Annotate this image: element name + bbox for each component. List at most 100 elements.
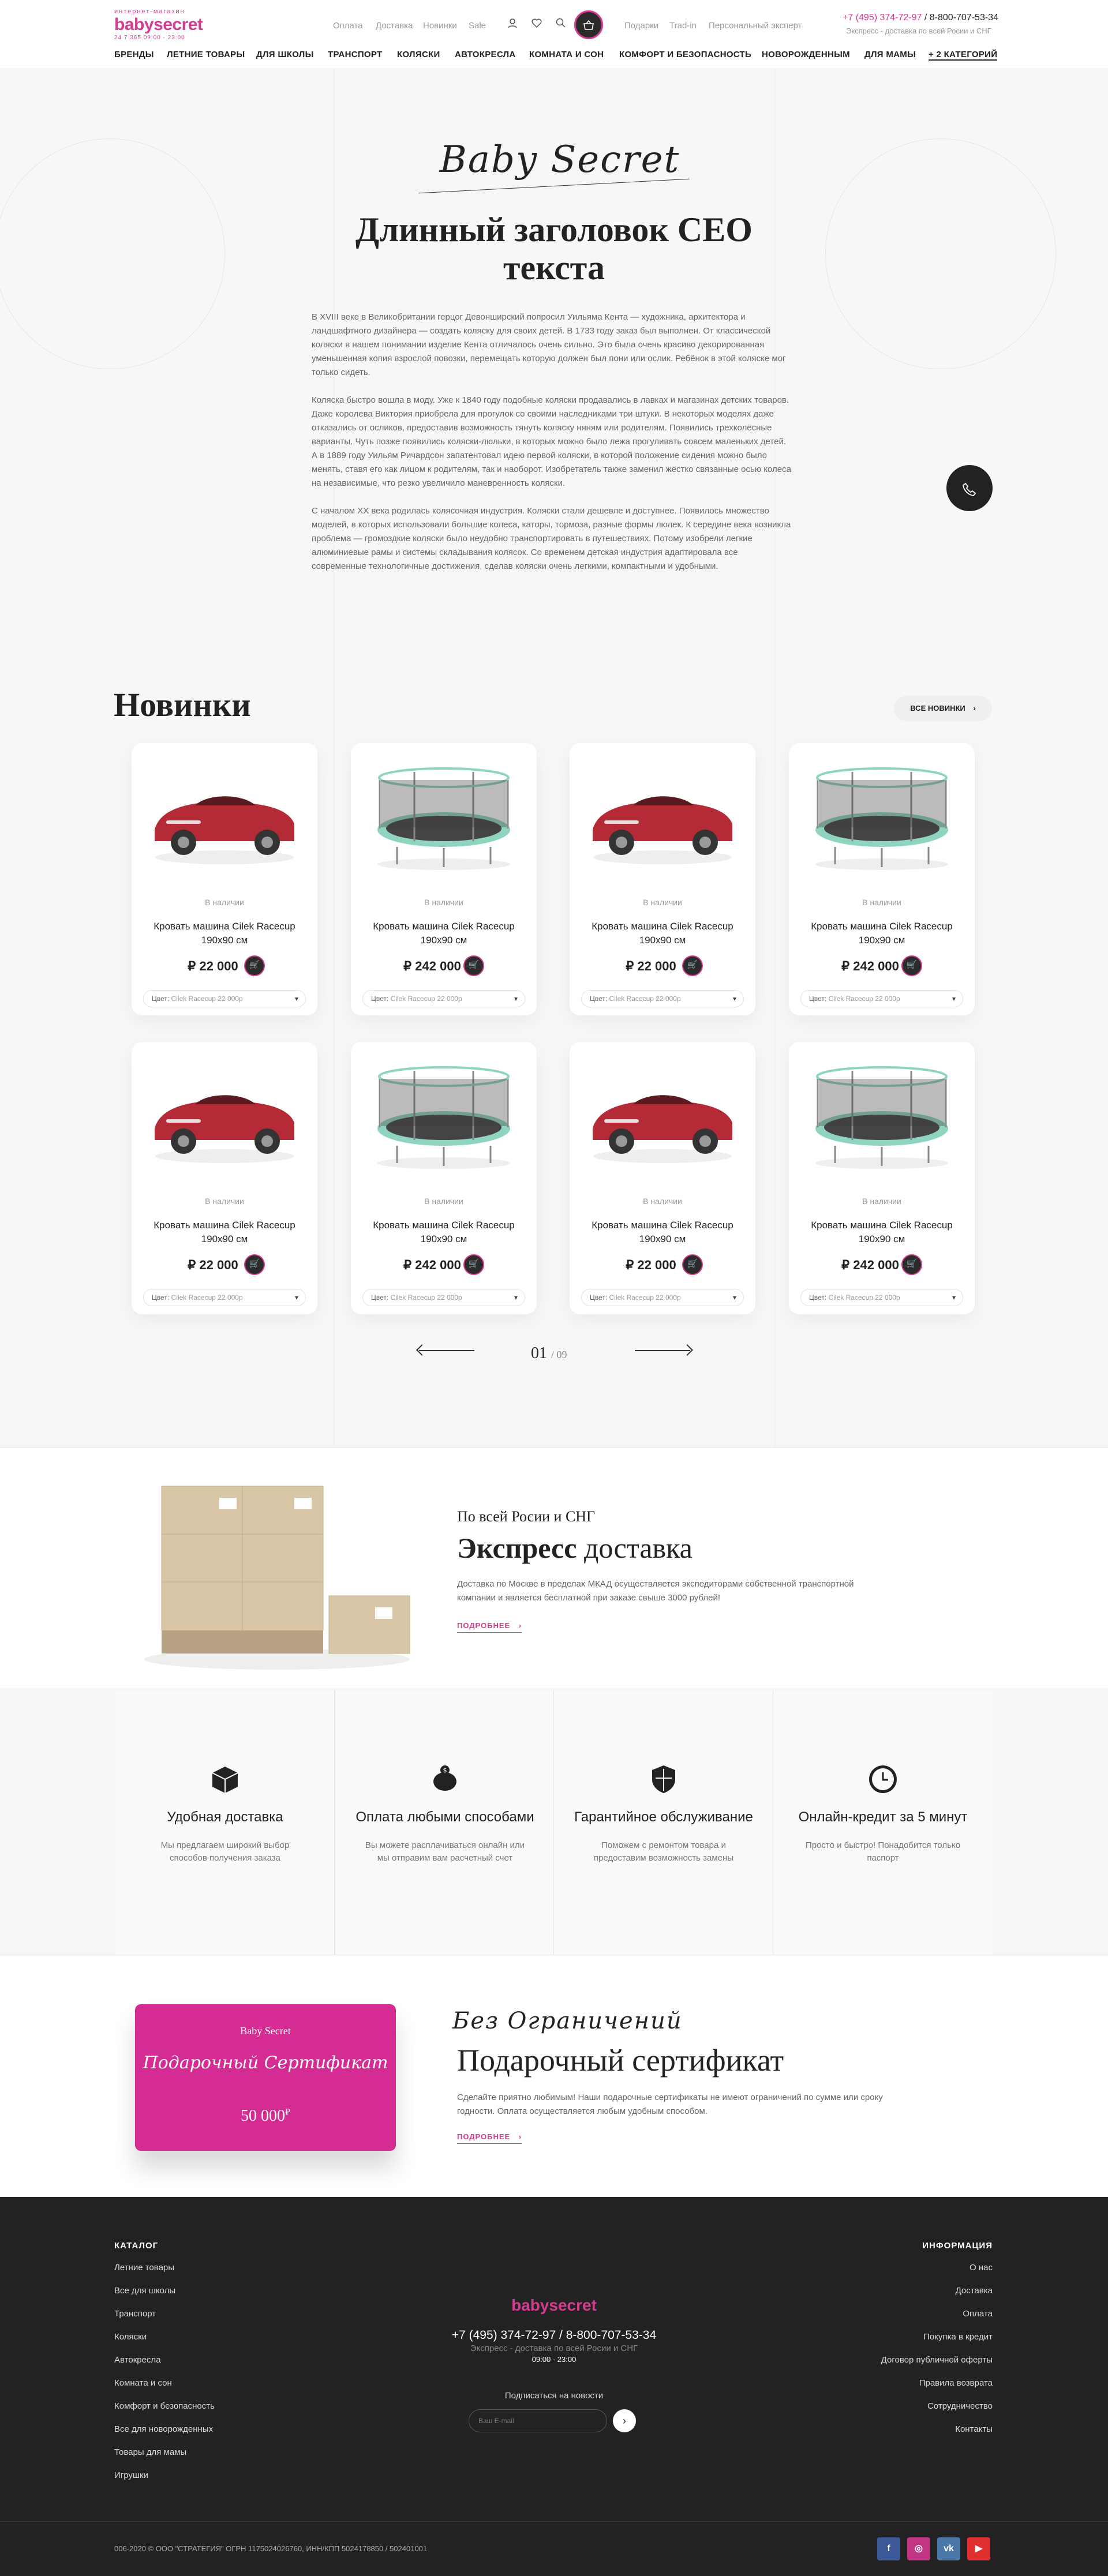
product-name[interactable]: Кровать машина Cilek Racecup 190х90 см xyxy=(581,1218,744,1246)
footer-catalog-link[interactable]: Игрушки xyxy=(114,2470,148,2480)
color-select[interactable]: Цвет: Cilek Racecup 22 000р ▾ xyxy=(143,990,306,1007)
product-image[interactable] xyxy=(581,1059,744,1175)
product-card[interactable]: В наличии Кровать машина Cilek Racecup 19… xyxy=(570,1042,755,1314)
footer-info-link[interactable]: О нас xyxy=(819,2263,993,2273)
phone-1[interactable]: +7 (495) 374-72-97 xyxy=(843,13,922,23)
nav-mom[interactable]: ДЛЯ МАМЫ xyxy=(864,50,916,59)
footer-info-link[interactable]: Сотрудничество xyxy=(819,2401,993,2411)
footer-info-link[interactable]: Правила возврата xyxy=(819,2378,993,2388)
top-link-gifts[interactable]: Подарки xyxy=(624,21,658,31)
nav-strollers[interactable]: КОЛЯСКИ xyxy=(397,50,440,59)
cart-button[interactable] xyxy=(574,10,603,39)
footer-info-link[interactable]: Покупка в кредит xyxy=(819,2332,993,2342)
user-icon[interactable] xyxy=(506,17,519,31)
product-image[interactable] xyxy=(143,1059,306,1175)
color-select[interactable]: Цвет: Cilek Racecup 22 000р ▾ xyxy=(800,1289,963,1306)
product-card[interactable]: В наличии Кровать машина Cilek Racecup 19… xyxy=(789,743,975,1015)
product-name[interactable]: Кровать машина Cilek Racecup 190х90 см xyxy=(800,920,963,947)
product-image[interactable] xyxy=(581,760,744,876)
product-image[interactable] xyxy=(800,760,963,876)
add-to-cart-button[interactable]: 🛒 xyxy=(244,1254,265,1275)
delivery-more-link[interactable]: ПОДРОБНЕЕ › xyxy=(457,1621,522,1633)
top-link-delivery[interactable]: Доставка xyxy=(376,21,413,31)
footer-catalog-link[interactable]: Летние товары xyxy=(114,2263,174,2273)
nav-room-sleep[interactable]: КОМНАТА И СОН xyxy=(529,50,604,59)
footer-phone[interactable]: +7 (495) 374-72-97 / 8-800-707-53-34 xyxy=(439,2328,669,2342)
footer-catalog-link[interactable]: Комфорт и безопасность xyxy=(114,2401,215,2411)
nav-newborn[interactable]: НОВОРОЖДЕННЫМ xyxy=(762,50,850,59)
top-link-new[interactable]: Новинки xyxy=(423,21,457,31)
color-select[interactable]: Цвет: Cilek Racecup 22 000р ▾ xyxy=(581,1289,744,1306)
footer-info-link[interactable]: Доставка xyxy=(819,2286,993,2296)
footer-catalog-link[interactable]: Автокресла xyxy=(114,2355,161,2365)
heart-icon[interactable] xyxy=(530,17,544,31)
certificate-more-link[interactable]: ПОДРОБНЕЕ › xyxy=(457,2132,522,2144)
email-field[interactable]: Ваш E-mail xyxy=(469,2409,607,2432)
top-link-tradein[interactable]: Trad-in xyxy=(669,21,697,31)
footer-catalog-link[interactable]: Все для школы xyxy=(114,2286,175,2296)
footer-catalog-link[interactable]: Все для новорожденных xyxy=(114,2424,213,2434)
color-select[interactable]: Цвет: Cilek Racecup 22 000р ▾ xyxy=(143,1289,306,1306)
nav-summer[interactable]: ЛЕТНИЕ ТОВАРЫ xyxy=(167,50,245,59)
color-select[interactable]: Цвет: Cilek Racecup 22 000р ▾ xyxy=(362,990,525,1007)
add-to-cart-button[interactable]: 🛒 xyxy=(244,955,265,976)
product-name[interactable]: Кровать машина Cilek Racecup 190х90 см xyxy=(143,1218,306,1246)
vk-icon[interactable]: vk xyxy=(937,2537,960,2560)
nav-brands[interactable]: БРЕНДЫ xyxy=(114,50,154,59)
product-image[interactable] xyxy=(800,1059,963,1175)
call-button[interactable] xyxy=(946,465,993,511)
footer-info-link[interactable]: Контакты xyxy=(819,2424,993,2434)
color-select[interactable]: Цвет: Cilek Racecup 22 000р ▾ xyxy=(581,990,744,1007)
product-card[interactable]: В наличии Кровать машина Cilek Racecup 19… xyxy=(789,1042,975,1314)
product-card[interactable]: В наличии Кровать машина Cilek Racecup 19… xyxy=(132,743,317,1015)
product-image[interactable] xyxy=(143,760,306,876)
top-link-expert[interactable]: Персональный эксперт xyxy=(709,21,802,31)
add-to-cart-button[interactable]: 🛒 xyxy=(682,1254,703,1275)
footer-catalog-link[interactable]: Транспорт xyxy=(114,2309,156,2319)
footer-catalog-link[interactable]: Коляски xyxy=(114,2332,147,2342)
top-link-payment[interactable]: Оплата xyxy=(333,21,363,31)
phone-2[interactable]: 8-800-707-53-34 xyxy=(930,13,998,23)
header-phones[interactable]: +7 (495) 374-72-97 / 8-800-707-53-34 xyxy=(843,13,998,23)
prev-arrow-icon[interactable] xyxy=(416,1344,474,1356)
logo[interactable]: babysecret xyxy=(114,15,203,35)
color-select[interactable]: Цвет: Cilek Racecup 22 000р ▾ xyxy=(362,1289,525,1306)
add-to-cart-button[interactable]: 🛒 xyxy=(463,955,484,976)
product-card[interactable]: В наличии Кровать машина Cilek Racecup 19… xyxy=(351,743,537,1015)
footer-catalog-link[interactable]: Товары для мамы xyxy=(114,2447,186,2457)
facebook-icon[interactable]: f xyxy=(877,2537,900,2560)
top-link-sale[interactable]: Sale xyxy=(469,21,486,31)
nav-car-seats[interactable]: АВТОКРЕСЛА xyxy=(455,50,516,59)
add-to-cart-button[interactable]: 🛒 xyxy=(682,955,703,976)
youtube-icon[interactable]: ▶ xyxy=(967,2537,990,2560)
add-to-cart-button[interactable]: 🛒 xyxy=(901,955,922,976)
product-name[interactable]: Кровать машина Cilek Racecup 190х90 см xyxy=(800,1218,963,1246)
decor-circle xyxy=(825,138,1056,369)
footer-logo[interactable]: babysecret xyxy=(502,2296,606,2315)
all-new-button[interactable]: ВСЕ НОВИНКИ › xyxy=(894,696,992,721)
nav-transport[interactable]: ТРАНСПОРТ xyxy=(328,50,382,59)
product-card[interactable]: В наличии Кровать машина Cilek Racecup 19… xyxy=(132,1042,317,1314)
add-to-cart-button[interactable]: 🛒 xyxy=(463,1254,484,1275)
product-image[interactable] xyxy=(362,1059,525,1175)
nav-school[interactable]: ДЛЯ ШКОЛЫ xyxy=(256,50,314,59)
footer-express: Экспресс - доставка по всей Росии и СНГ xyxy=(470,2343,638,2353)
footer-catalog-link[interactable]: Комната и сон xyxy=(114,2378,172,2388)
footer-info-link[interactable]: Оплата xyxy=(819,2309,993,2319)
product-name[interactable]: Кровать машина Cilek Racecup 190х90 см xyxy=(362,1218,525,1246)
product-card[interactable]: В наличии Кровать машина Cilek Racecup 19… xyxy=(351,1042,537,1314)
footer-info-link[interactable]: Договор публичной оферты xyxy=(819,2355,993,2365)
next-arrow-icon[interactable] xyxy=(635,1344,693,1356)
nav-comfort[interactable]: КОМФОРТ И БЕЗОПАСНОСТЬ xyxy=(619,50,751,59)
product-card[interactable]: В наличии Кровать машина Cilek Racecup 19… xyxy=(570,743,755,1015)
color-select[interactable]: Цвет: Cilek Racecup 22 000р ▾ xyxy=(800,990,963,1007)
product-name[interactable]: Кровать машина Cilek Racecup 190х90 см xyxy=(581,920,744,947)
product-name[interactable]: Кровать машина Cilek Racecup 190х90 см xyxy=(362,920,525,947)
instagram-icon[interactable]: ◎ xyxy=(907,2537,930,2560)
nav-more-categories[interactable]: + 2 КАТЕГОРИЙ xyxy=(929,50,998,61)
add-to-cart-button[interactable]: 🛒 xyxy=(901,1254,922,1275)
subscribe-button[interactable]: › xyxy=(613,2409,636,2432)
search-icon[interactable] xyxy=(554,17,568,31)
product-image[interactable] xyxy=(362,760,525,876)
product-name[interactable]: Кровать машина Cilek Racecup 190х90 см xyxy=(143,920,306,947)
